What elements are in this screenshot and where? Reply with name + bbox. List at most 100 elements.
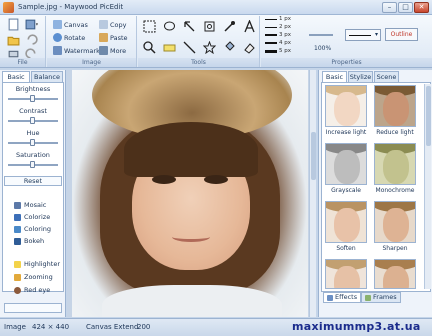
tab-basic[interactable]: Basic (2, 71, 30, 82)
tab-effects[interactable]: Effects (323, 292, 362, 303)
contrast-knob[interactable] (30, 117, 35, 124)
tab-frames[interactable]: Frames (361, 292, 401, 303)
tool-highlighter[interactable]: Highlighter (14, 260, 60, 268)
app-icon[interactable] (3, 2, 14, 13)
file-group: File (0, 16, 46, 67)
effect-colorize[interactable]: Colorize (14, 213, 50, 221)
maximize-button[interactable]: □ (398, 2, 413, 13)
star-icon[interactable] (202, 40, 216, 54)
tool-red-eye[interactable]: Red eye (14, 286, 50, 294)
more-button[interactable]: More (99, 46, 126, 55)
thumb-monochrome[interactable] (374, 143, 416, 185)
line-width-1[interactable]: 1 px (265, 16, 291, 22)
file-group-label: File (0, 58, 45, 67)
tools-group-label: Tools (138, 58, 259, 67)
effects-tab-label: Effects (335, 293, 358, 301)
thumb-effect-7[interactable] (325, 259, 367, 289)
tab-balance[interactable]: Balance (31, 71, 63, 82)
thumb-label-increase-light: Increase light (325, 129, 367, 136)
opacity-slider[interactable] (309, 34, 333, 36)
text-icon[interactable] (242, 19, 256, 33)
eraser-icon[interactable] (242, 40, 256, 54)
line-width-4[interactable]: 4 px (265, 40, 291, 46)
effects-scroll-thumb[interactable] (426, 86, 431, 146)
outline-button[interactable]: Outline (385, 28, 418, 41)
reset-button[interactable]: Reset (4, 176, 62, 186)
coloring-label: Coloring (24, 225, 52, 233)
canvas-area[interactable] (67, 70, 316, 317)
mosaic-label: Mosaic (24, 201, 47, 209)
thumb-face (383, 150, 409, 184)
zooming-label: Zooming (24, 273, 53, 281)
thumb-soften[interactable] (325, 201, 367, 243)
bokeh-icon (14, 237, 21, 245)
image-group: Canvas Copy Rotate Paste Watermark More … (47, 16, 137, 67)
saturation-knob[interactable] (30, 161, 35, 168)
canvas-extend-value: 200 (137, 323, 151, 331)
window-title: Sample.jpg - Maywood PicEdit (18, 3, 124, 11)
fill-bucket-icon[interactable] (222, 40, 236, 54)
highlight-icon[interactable] (162, 40, 176, 54)
zoom-icon[interactable] (142, 40, 156, 54)
properties-group-label: Properties (261, 58, 432, 67)
hue-knob[interactable] (30, 139, 35, 146)
tab-stylize[interactable]: Stylize (348, 71, 373, 82)
copy-button[interactable]: Copy (99, 20, 127, 29)
thumb-increase-light[interactable] (325, 85, 367, 127)
highlighter-icon (14, 260, 21, 268)
minimize-button[interactable]: – (382, 2, 397, 13)
rect-select-icon[interactable] (142, 19, 156, 33)
thumb-reduce-light[interactable] (374, 85, 416, 127)
lasso-icon[interactable] (162, 19, 176, 33)
photo[interactable] (72, 70, 308, 317)
tab-basic-effects[interactable]: Basic (322, 71, 347, 82)
line-width-2[interactable]: 2 px (265, 24, 291, 30)
canvas-button[interactable]: Canvas (53, 20, 88, 29)
line-width-5[interactable]: 5 px (265, 48, 291, 54)
arrow-icon[interactable] (182, 19, 196, 33)
thumb-grayscale[interactable] (325, 143, 367, 185)
new-icon[interactable] (6, 17, 20, 31)
undo-icon[interactable] (24, 32, 38, 46)
effect-mosaic[interactable]: Mosaic (14, 201, 46, 209)
photo-bangs (124, 122, 258, 177)
red-eye-label: Red eye (24, 286, 51, 294)
eyedropper-icon[interactable] (222, 19, 236, 33)
bokeh-label: Bokeh (24, 237, 45, 245)
close-button[interactable]: ✕ (414, 2, 429, 13)
left-panel-footer (4, 303, 62, 313)
effects-scrollbar[interactable] (424, 84, 431, 289)
effects-icon (327, 294, 333, 301)
line-icon[interactable] (182, 40, 196, 54)
canvas-extend-label: Canvas Extend (86, 323, 139, 331)
copy-label: Copy (110, 20, 127, 29)
rotate-button[interactable]: Rotate (53, 33, 85, 42)
crop-icon[interactable] (202, 19, 216, 33)
canvas-vertical-scrollbar[interactable] (309, 70, 316, 317)
coloring-icon (14, 225, 21, 233)
thumb-sharpen[interactable] (374, 201, 416, 243)
line-style-select[interactable]: ▾ (345, 29, 381, 41)
more-label: More (110, 46, 127, 55)
paste-button[interactable]: Paste (99, 33, 128, 42)
thumb-label-reduce-light: Reduce light (376, 129, 414, 136)
copy-icon (99, 20, 108, 29)
canvas-scroll-thumb[interactable] (311, 132, 316, 180)
left-panel: Basic Balance Brightness Contrast Hue Sa… (0, 70, 66, 317)
line-5-sample (265, 49, 277, 53)
canvas-label: Canvas (64, 20, 88, 29)
effect-coloring[interactable]: Coloring (14, 225, 51, 233)
effect-bokeh[interactable]: Bokeh (14, 237, 44, 245)
watermark-icon (53, 46, 62, 55)
tool-zooming[interactable]: Zooming (14, 273, 53, 281)
line-5-label: 5 px (279, 48, 291, 54)
open-icon[interactable] (6, 32, 20, 46)
line-width-3[interactable]: 3 px (265, 32, 291, 38)
tab-scene[interactable]: Scene (374, 71, 399, 82)
watermark-button[interactable]: Watermark (53, 46, 100, 55)
thumb-effect-8[interactable] (374, 259, 416, 289)
line-3-sample (265, 34, 277, 36)
save-dropdown-icon[interactable] (24, 17, 38, 31)
photo-mouth (172, 232, 210, 242)
brightness-knob[interactable] (30, 95, 35, 102)
